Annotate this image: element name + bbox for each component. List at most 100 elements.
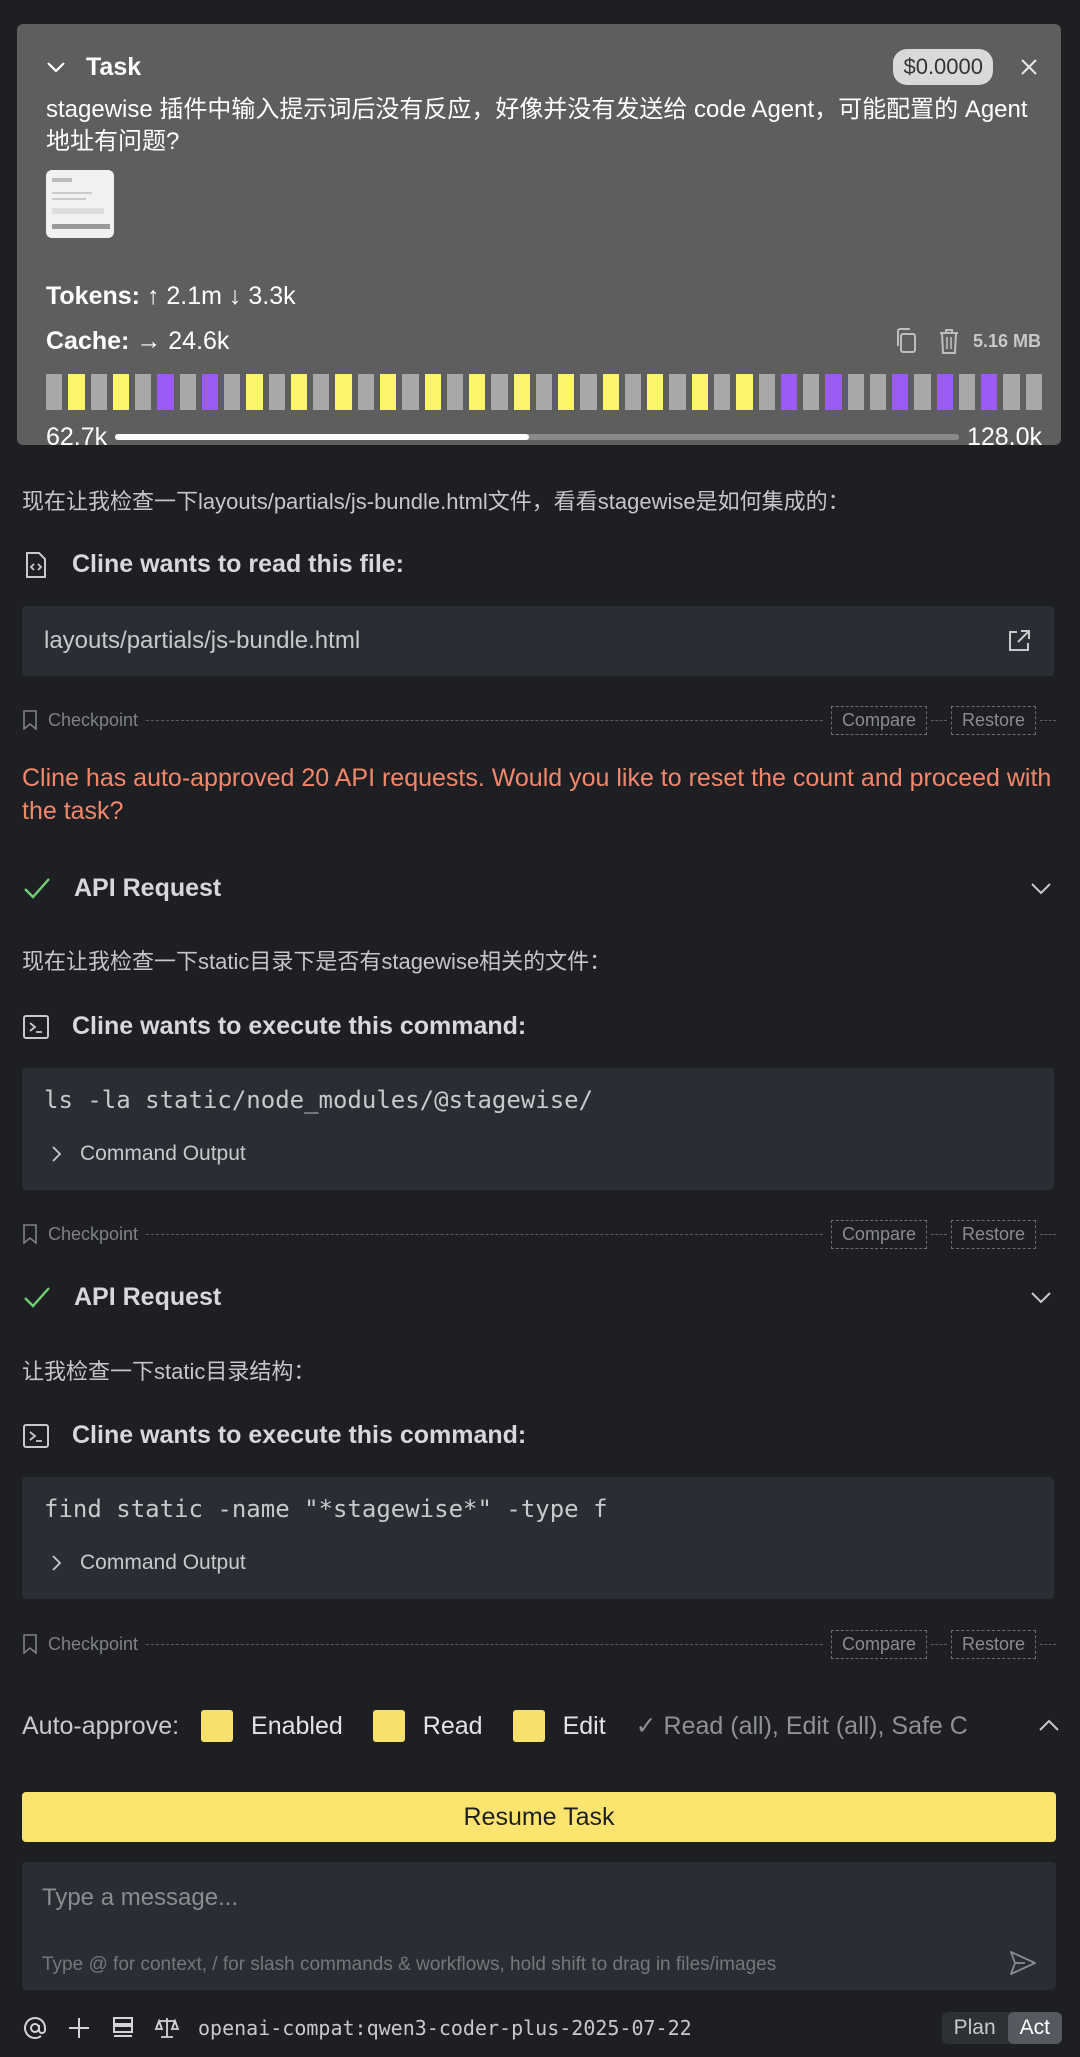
task-card: Task $0.0000 stagewise 插件中输入提示词后没有反应，好像并… [17, 24, 1061, 451]
plan-mode-button[interactable]: Plan [942, 2012, 1008, 2044]
enabled-checkbox[interactable] [201, 1710, 234, 1742]
context-block-gray [713, 374, 731, 410]
auto-approve-label: Auto-approve: [22, 1711, 180, 1740]
context-block-purple [157, 374, 174, 410]
context-block-gray [580, 374, 597, 410]
context-block-yellow [691, 374, 708, 410]
task-header[interactable]: Task $0.0000 [44, 46, 1041, 88]
tokens-line: Tokens: ↑ 2.1m ↓ 3.3k [46, 282, 296, 311]
context-block-yellow [736, 374, 753, 410]
context-block-gray [1003, 374, 1020, 410]
server-icon[interactable] [110, 2015, 136, 2041]
context-block-gray [313, 374, 330, 410]
checkpoint-label: Checkpoint [48, 709, 139, 730]
context-block-yellow [647, 374, 664, 410]
at-mention-icon[interactable] [22, 2015, 48, 2041]
open-external-icon[interactable] [1006, 628, 1032, 654]
message-input-box[interactable]: Type a message... Type @ for context, / … [22, 1862, 1056, 1990]
context-block-gray [446, 374, 464, 410]
bottom-toolbar: openai-compat:qwen3-coder-plus-2025-07-2… [22, 2010, 1062, 2046]
terminal-icon [23, 1014, 49, 1039]
context-block-purple [201, 374, 219, 410]
enabled-label: Enabled [251, 1711, 343, 1740]
restore-button[interactable]: Restore [950, 1219, 1036, 1249]
chevron-right-icon [52, 1555, 62, 1571]
chevron-down-icon[interactable] [44, 55, 68, 79]
context-block-yellow [602, 374, 619, 410]
read-checkbox[interactable] [372, 1710, 405, 1742]
context-block-yellow [246, 374, 263, 410]
command-output-toggle[interactable]: Command Output [46, 1142, 246, 1166]
api-request-row[interactable]: API Request [22, 870, 1054, 906]
context-block-yellow [513, 374, 530, 410]
task-title: Task [86, 52, 142, 81]
context-block-gray [803, 374, 820, 410]
context-block-gray [90, 374, 107, 410]
assistant-message: 让我检查一下static目录结构： [22, 1359, 316, 1384]
context-block-gray [847, 374, 864, 410]
context-block-yellow [558, 374, 575, 410]
message-input-placeholder[interactable]: Type a message... [42, 1884, 238, 1912]
file-path-box[interactable]: layouts/partials/js-bundle.html [22, 606, 1054, 676]
command-text: find static -name "*stagewise*" -type f [44, 1495, 608, 1523]
restore-button[interactable]: Restore [950, 1629, 1036, 1659]
context-max: 128.0k [966, 422, 1042, 451]
cache-label: Cache: [46, 326, 130, 355]
chevron-down-icon[interactable] [1028, 1284, 1054, 1310]
cache-line: Cache: → 24.6k 5.16 MB [46, 324, 1041, 358]
context-progress-fill [115, 434, 529, 440]
task-size: 5.16 MB [972, 330, 1041, 351]
context-block-gray [135, 374, 152, 410]
context-block-gray [402, 374, 419, 410]
cost-badge: $0.0000 [893, 49, 993, 85]
context-block-gray [669, 374, 686, 410]
edit-checkbox[interactable] [512, 1710, 545, 1742]
checkpoint-label: Checkpoint [48, 1633, 139, 1654]
command-output-label: Command Output [80, 1551, 246, 1574]
context-block-yellow [290, 374, 308, 410]
read-file-heading: Cline wants to read this file: [22, 550, 404, 579]
chevron-up-icon[interactable] [1036, 1713, 1062, 1739]
trash-icon[interactable] [935, 326, 963, 356]
compare-button[interactable]: Compare [830, 705, 927, 735]
terminal-icon [23, 1423, 49, 1448]
execute-command-heading: Cline wants to execute this command: [22, 1421, 526, 1450]
context-block-gray [1025, 374, 1042, 410]
context-block-yellow [469, 374, 486, 410]
plus-icon[interactable] [66, 2015, 92, 2041]
context-block-gray [224, 374, 241, 410]
scale-icon[interactable] [154, 2015, 180, 2041]
compare-button[interactable]: Compare [830, 1629, 927, 1659]
compare-button[interactable]: Compare [830, 1219, 927, 1249]
chevron-down-icon[interactable] [1028, 875, 1054, 901]
model-selector[interactable]: openai-compat:qwen3-coder-plus-2025-07-2… [198, 2016, 942, 2040]
message-input-hint: Type @ for context, / for slash commands… [42, 1954, 777, 1975]
api-request-row[interactable]: API Request [22, 1279, 1054, 1315]
plan-act-toggle[interactable]: Plan Act [941, 2012, 1062, 2044]
send-icon[interactable] [1008, 1948, 1038, 1978]
checkpoint-row: Checkpoint Compare Restore [22, 1629, 1060, 1659]
context-block-gray [357, 374, 374, 410]
act-mode-button[interactable]: Act [1007, 2012, 1062, 2044]
context-block-yellow [112, 374, 130, 410]
checkmark-icon [24, 1287, 50, 1308]
context-block-purple [936, 374, 953, 410]
command-box: ls -la static/node_modules/@stagewise/ C… [22, 1068, 1054, 1190]
edit-label: Edit [562, 1711, 606, 1740]
context-window-blocks [46, 374, 1042, 410]
close-icon[interactable] [1017, 55, 1041, 79]
context-block-purple [981, 374, 998, 410]
auto-approve-bar[interactable]: Auto-approve: Enabled Read Edit ✓ Read (… [22, 1706, 1062, 1746]
restore-button[interactable]: Restore [950, 705, 1036, 735]
file-path: layouts/partials/js-bundle.html [44, 627, 361, 654]
attached-image-thumbnail[interactable] [46, 170, 114, 238]
command-output-toggle[interactable]: Command Output [46, 1551, 246, 1575]
checkpoint-row: Checkpoint Compare Restore [22, 1219, 1060, 1249]
copy-icon[interactable] [893, 326, 921, 356]
context-block-gray [491, 374, 508, 410]
resume-task-button[interactable]: Resume Task [22, 1792, 1056, 1842]
context-used: 62.7k [46, 422, 108, 451]
api-request-label: API Request [74, 1282, 222, 1311]
cache-value: → 24.6k [136, 326, 230, 355]
context-block-yellow [424, 374, 441, 410]
